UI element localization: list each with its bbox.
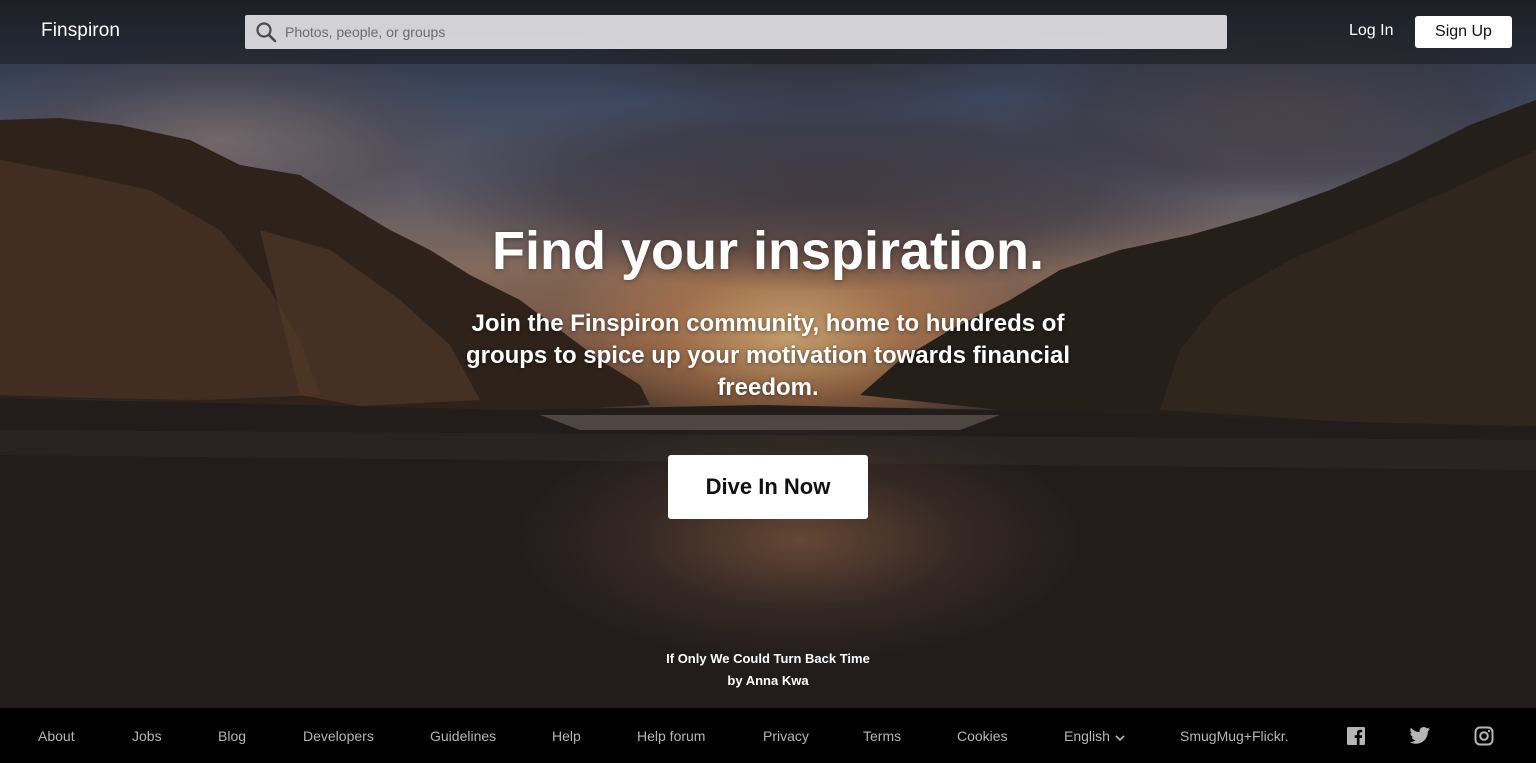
dive-in-button[interactable]: Dive In Now bbox=[668, 455, 868, 519]
footer-link-smugmug[interactable]: SmugMug+Flickr. bbox=[1180, 728, 1289, 744]
footer-link-blog[interactable]: Blog bbox=[218, 728, 246, 744]
language-selector[interactable]: English bbox=[1064, 728, 1125, 745]
facebook-icon[interactable] bbox=[1346, 726, 1366, 746]
footer-link-privacy[interactable]: Privacy bbox=[763, 728, 809, 744]
search-icon[interactable] bbox=[255, 21, 277, 43]
photo-title-link[interactable]: If Only We Could Turn Back Time bbox=[0, 648, 1536, 670]
footer: About Jobs Blog Developers Guidelines He… bbox=[0, 708, 1536, 763]
footer-link-developers[interactable]: Developers bbox=[303, 728, 374, 744]
language-label: English bbox=[1064, 728, 1110, 744]
footer-link-jobs[interactable]: Jobs bbox=[132, 728, 162, 744]
footer-link-terms[interactable]: Terms bbox=[863, 728, 901, 744]
footer-link-help-forum[interactable]: Help forum bbox=[637, 728, 705, 744]
footer-link-cookies[interactable]: Cookies bbox=[957, 728, 1008, 744]
hero-headline: Find your inspiration. bbox=[492, 221, 1044, 281]
login-link[interactable]: Log In bbox=[1349, 22, 1393, 40]
footer-link-guidelines[interactable]: Guidelines bbox=[430, 728, 496, 744]
photo-author-link[interactable]: by Anna Kwa bbox=[0, 670, 1536, 692]
footer-link-help[interactable]: Help bbox=[552, 728, 581, 744]
search-input[interactable] bbox=[285, 17, 1185, 47]
photo-credit: If Only We Could Turn Back Time by Anna … bbox=[0, 648, 1536, 692]
footer-link-about[interactable]: About bbox=[38, 728, 75, 744]
twitter-icon[interactable] bbox=[1409, 726, 1431, 746]
top-navigation-bar: Finspiron Log In Sign Up bbox=[0, 0, 1536, 64]
signup-button[interactable]: Sign Up bbox=[1415, 16, 1512, 48]
chevron-down-icon bbox=[1115, 729, 1125, 745]
brand-logo[interactable]: Finspiron bbox=[41, 20, 120, 42]
hero-subtitle: Join the Finspiron community, home to hu… bbox=[465, 310, 1071, 401]
instagram-icon[interactable] bbox=[1474, 726, 1494, 746]
search-bar[interactable] bbox=[245, 15, 1227, 49]
